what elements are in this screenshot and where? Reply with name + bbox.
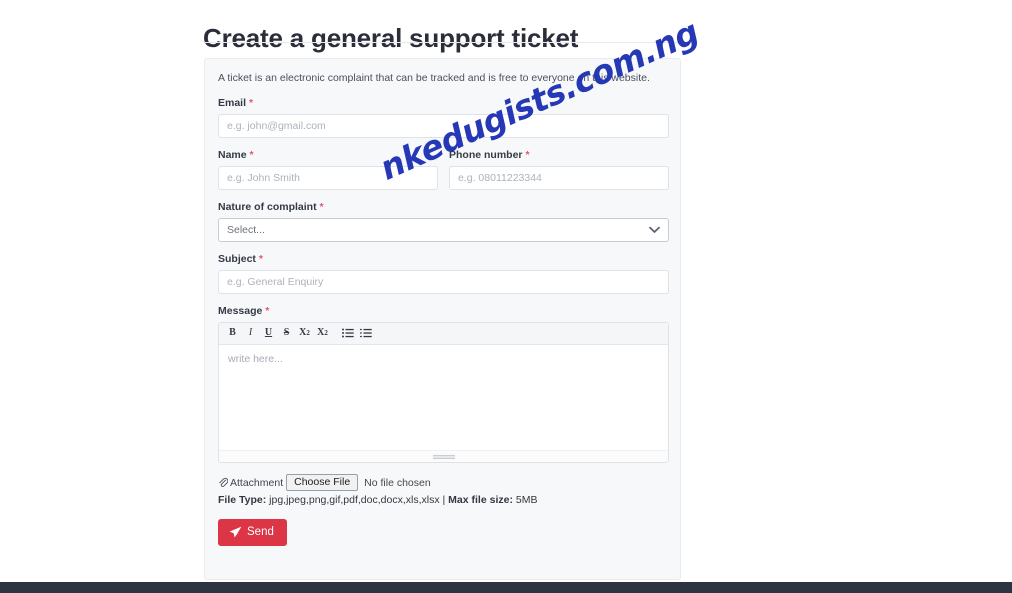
nature-of-complaint-select[interactable]: Select... (218, 217, 669, 242)
italic-icon[interactable]: I (242, 325, 259, 342)
superscript-icon[interactable]: X2 (296, 325, 313, 342)
title-divider (204, 42, 681, 43)
page-body: Create a general support ticket A ticket… (0, 0, 1012, 582)
editor-toolbar: B I U S X2 X2 (219, 322, 668, 345)
constraint-separator: | (442, 494, 446, 507)
maxsize-value: 5MB (515, 494, 538, 507)
email-label: Email * (218, 96, 254, 109)
phone-input[interactable] (449, 165, 669, 190)
rich-text-editor: B I U S X2 X2 write here... (218, 321, 669, 463)
form-intro-text: A ticket is an electronic complaint that… (218, 72, 650, 84)
support-ticket-card: A ticket is an electronic complaint that… (204, 58, 681, 580)
name-input[interactable] (218, 165, 438, 190)
filetype-label: File Type: (218, 494, 267, 507)
name-phone-row: Name * Phone number * (218, 149, 669, 190)
subject-label: Subject * (218, 252, 263, 265)
nature-select-wrapper: Select... (218, 217, 669, 242)
no-file-chosen-text: No file chosen (364, 476, 431, 489)
send-button-label: Send (247, 526, 274, 539)
send-button[interactable]: Send (218, 519, 287, 547)
message-field-group: Message * B I U S X2 X2 write here... (218, 305, 669, 463)
name-field-group: Name * (218, 149, 438, 190)
paperclip-icon (218, 477, 228, 488)
email-input[interactable] (218, 113, 669, 138)
message-editor-area[interactable]: write here... (219, 345, 668, 450)
required-asterisk: * (258, 252, 263, 265)
strikethrough-icon[interactable]: S (278, 325, 295, 342)
support-ticket-form: A ticket is an electronic complaint that… (218, 71, 669, 547)
required-asterisk: * (248, 96, 254, 109)
ordered-list-icon[interactable] (357, 325, 374, 342)
phone-field-group: Phone number * (449, 149, 669, 190)
unordered-list-icon[interactable] (339, 325, 356, 342)
bold-icon[interactable]: B (224, 325, 241, 342)
underline-icon[interactable]: U (260, 325, 277, 342)
paper-plane-icon (229, 526, 242, 539)
required-asterisk: * (525, 148, 530, 161)
subscript-icon[interactable]: X2 (314, 325, 331, 342)
editor-resize-handle[interactable] (219, 449, 668, 462)
nature-of-complaint-group: Nature of complaint * Select... (218, 201, 669, 242)
name-label: Name * (218, 148, 254, 161)
subject-input[interactable] (218, 269, 669, 294)
page-title: Create a general support ticket (203, 23, 579, 54)
subject-field-group: Subject * (218, 253, 669, 294)
choose-file-button[interactable]: Choose File (286, 473, 359, 492)
email-field-group: Email * (218, 97, 669, 138)
attachment-row: Attachment Choose File No file chosen (218, 473, 669, 492)
phone-label: Phone number * (449, 148, 530, 161)
nature-of-complaint-label: Nature of complaint * (218, 200, 324, 213)
required-asterisk: * (249, 148, 254, 161)
message-label: Message * (218, 304, 270, 317)
required-asterisk: * (319, 200, 324, 213)
footer-bar (0, 582, 1012, 593)
filetype-list: jpg,jpeg,png,gif,pdf,doc,docx,xls,xlsx (269, 494, 440, 507)
maxsize-label: Max file size: (448, 494, 513, 507)
file-constraints-text: File Type: jpg,jpeg,png,gif,pdf,doc,docx… (218, 494, 669, 506)
attachment-label: Attachment (230, 476, 284, 489)
required-asterisk: * (265, 304, 270, 317)
